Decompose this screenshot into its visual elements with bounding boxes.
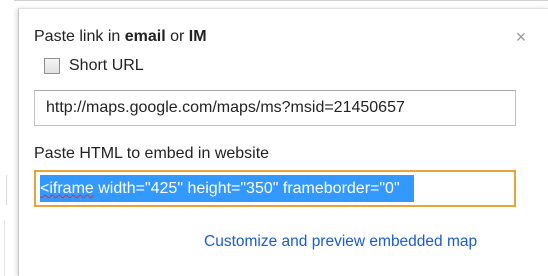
embed-html-tag: <iframe: [40, 180, 94, 197]
embed-html-attributes: width="425" height="350" frameborder="0": [93, 180, 400, 197]
dialog-title: Paste link in email or IM: [34, 27, 207, 47]
background-map-edge: [0, 0, 14, 276]
background-divider: [6, 175, 7, 205]
short-url-checkbox[interactable]: [44, 58, 60, 74]
link-url-field[interactable]: http://maps.google.com/maps/ms?msid=2145…: [34, 90, 516, 126]
background-divider-lower: [4, 220, 5, 276]
customize-preview-link[interactable]: Customize and preview embedded map: [204, 232, 477, 252]
title-email: email: [124, 28, 166, 45]
embed-html-selection: <iframe width="425" height="350" framebo…: [40, 175, 414, 202]
embed-html-field[interactable]: <iframe width="425" height="350" framebo…: [34, 170, 516, 207]
short-url-label[interactable]: Short URL: [69, 56, 144, 76]
title-im: IM: [188, 28, 207, 45]
embed-html-label: Paste HTML to embed in website: [34, 145, 270, 162]
title-prefix: Paste link in: [34, 28, 125, 45]
top-border: [14, 0, 548, 1]
short-url-option[interactable]: Short URL: [44, 56, 144, 76]
close-icon[interactable]: ×: [511, 27, 531, 47]
title-or: or: [165, 28, 189, 45]
